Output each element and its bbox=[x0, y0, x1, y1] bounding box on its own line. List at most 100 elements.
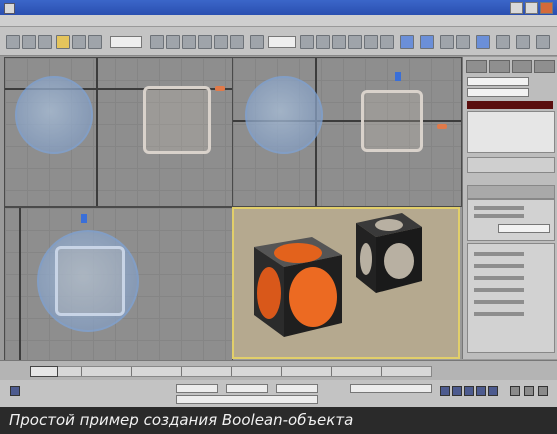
sphere-left-cut bbox=[257, 267, 281, 319]
viewport-front[interactable] bbox=[232, 57, 462, 207]
timeline-tick bbox=[281, 367, 282, 376]
rollout-row bbox=[474, 214, 524, 218]
timeline-tick bbox=[331, 367, 332, 376]
sphere-right-cut bbox=[289, 267, 337, 327]
toolbar-button[interactable] bbox=[182, 35, 196, 49]
toolbar-button[interactable] bbox=[250, 35, 264, 49]
menu-bar bbox=[0, 15, 557, 27]
tab-motion[interactable] bbox=[534, 60, 555, 73]
command-panel-tabs bbox=[466, 60, 555, 73]
key-mode-dropdown[interactable] bbox=[350, 384, 432, 393]
reference-dropdown[interactable] bbox=[110, 36, 142, 48]
modifier-list-dropdown[interactable] bbox=[467, 88, 529, 97]
select-move-button[interactable] bbox=[56, 35, 70, 49]
toolbar-button[interactable] bbox=[516, 35, 530, 49]
maximize-icon[interactable] bbox=[525, 2, 538, 14]
zoom-icon[interactable] bbox=[510, 386, 520, 396]
toolbar-button[interactable] bbox=[380, 35, 394, 49]
box-wireframe[interactable] bbox=[361, 90, 423, 152]
axis-line bbox=[96, 58, 98, 206]
rollout-header[interactable] bbox=[467, 185, 555, 199]
toolbar-button[interactable] bbox=[72, 35, 86, 49]
window-controls bbox=[510, 2, 553, 14]
rollout-row bbox=[474, 288, 524, 292]
toolbar-button[interactable] bbox=[230, 35, 244, 49]
close-icon[interactable] bbox=[540, 2, 553, 14]
toolbar-button[interactable] bbox=[348, 35, 362, 49]
next-frame-icon[interactable] bbox=[476, 386, 486, 396]
stack-controls bbox=[467, 157, 555, 173]
sphere-wireframe[interactable] bbox=[245, 76, 323, 154]
viewport-left[interactable] bbox=[4, 207, 233, 361]
box-wireframe[interactable] bbox=[143, 86, 211, 154]
tab-hierarchy[interactable] bbox=[511, 60, 533, 73]
axis-line bbox=[19, 208, 21, 360]
toolbar-button[interactable] bbox=[38, 35, 52, 49]
title-bar bbox=[0, 0, 557, 15]
toolbar-button[interactable] bbox=[364, 35, 378, 49]
toolbar-button[interactable] bbox=[150, 35, 164, 49]
modifier-stack[interactable] bbox=[467, 111, 555, 153]
cube2-left-hole bbox=[360, 243, 372, 275]
play-icon[interactable] bbox=[464, 386, 474, 396]
minimize-icon[interactable] bbox=[510, 2, 523, 14]
toolbar-button[interactable] bbox=[496, 35, 510, 49]
perspective-render bbox=[254, 213, 422, 337]
app-icon bbox=[4, 3, 15, 14]
toolbar-button[interactable] bbox=[6, 35, 20, 49]
app-window: Простой пример создания Boolean-объекта bbox=[0, 0, 557, 434]
toolbar-button[interactable] bbox=[400, 35, 414, 49]
sphere-top-cut bbox=[274, 243, 322, 263]
coordinate-field[interactable] bbox=[176, 384, 218, 393]
transform-gizmo-icon[interactable] bbox=[395, 72, 401, 81]
sphere-wireframe[interactable] bbox=[15, 76, 93, 154]
toolbar-button[interactable] bbox=[214, 35, 228, 49]
go-start-icon[interactable] bbox=[440, 386, 450, 396]
coordinate-field[interactable] bbox=[226, 384, 268, 393]
box-wireframe[interactable] bbox=[55, 246, 125, 316]
operand-field[interactable] bbox=[498, 224, 550, 233]
toolbar-button[interactable] bbox=[332, 35, 346, 49]
toolbar-button[interactable] bbox=[476, 35, 490, 49]
tab-modify[interactable] bbox=[488, 60, 510, 73]
selection-set-dropdown[interactable] bbox=[268, 36, 296, 48]
transform-gizmo-icon[interactable] bbox=[81, 214, 87, 223]
transform-gizmo-icon[interactable] bbox=[437, 124, 447, 129]
object-name-field[interactable] bbox=[467, 77, 529, 86]
timeline-tick bbox=[131, 367, 132, 376]
orbit-icon[interactable] bbox=[538, 386, 548, 396]
coordinate-field[interactable] bbox=[276, 384, 318, 393]
prev-frame-icon[interactable] bbox=[452, 386, 462, 396]
main-toolbar bbox=[0, 27, 557, 56]
timeline-tick bbox=[381, 367, 382, 376]
toolbar-button[interactable] bbox=[88, 35, 102, 49]
cube2-right-hole bbox=[384, 243, 414, 279]
rollout-row bbox=[474, 312, 524, 316]
tab-create[interactable] bbox=[466, 60, 487, 73]
rollout-row bbox=[474, 264, 524, 268]
toolbar-button[interactable] bbox=[300, 35, 314, 49]
go-end-icon[interactable] bbox=[488, 386, 498, 396]
toolbar-button[interactable] bbox=[420, 35, 434, 49]
status-button[interactable] bbox=[10, 386, 20, 396]
toolbar-button[interactable] bbox=[536, 35, 550, 49]
time-slider-track[interactable] bbox=[30, 366, 432, 377]
timeline-tick bbox=[231, 367, 232, 376]
toolbar-button[interactable] bbox=[22, 35, 36, 49]
viewport-perspective[interactable] bbox=[232, 207, 460, 359]
time-slider[interactable] bbox=[30, 366, 58, 377]
viewport-top[interactable] bbox=[4, 57, 233, 207]
timeline-tick bbox=[81, 367, 82, 376]
pan-icon[interactable] bbox=[524, 386, 534, 396]
toolbar-button[interactable] bbox=[198, 35, 212, 49]
transform-gizmo-icon[interactable] bbox=[215, 86, 225, 91]
rollout-row bbox=[474, 276, 524, 280]
timeline-tick bbox=[181, 367, 182, 376]
modifier-stack-item[interactable] bbox=[467, 101, 553, 109]
toolbar-button[interactable] bbox=[166, 35, 180, 49]
toolbar-button[interactable] bbox=[456, 35, 470, 49]
toolbar-button[interactable] bbox=[316, 35, 330, 49]
rollout-row bbox=[474, 252, 524, 256]
viewport-area bbox=[4, 57, 462, 361]
toolbar-button[interactable] bbox=[440, 35, 454, 49]
